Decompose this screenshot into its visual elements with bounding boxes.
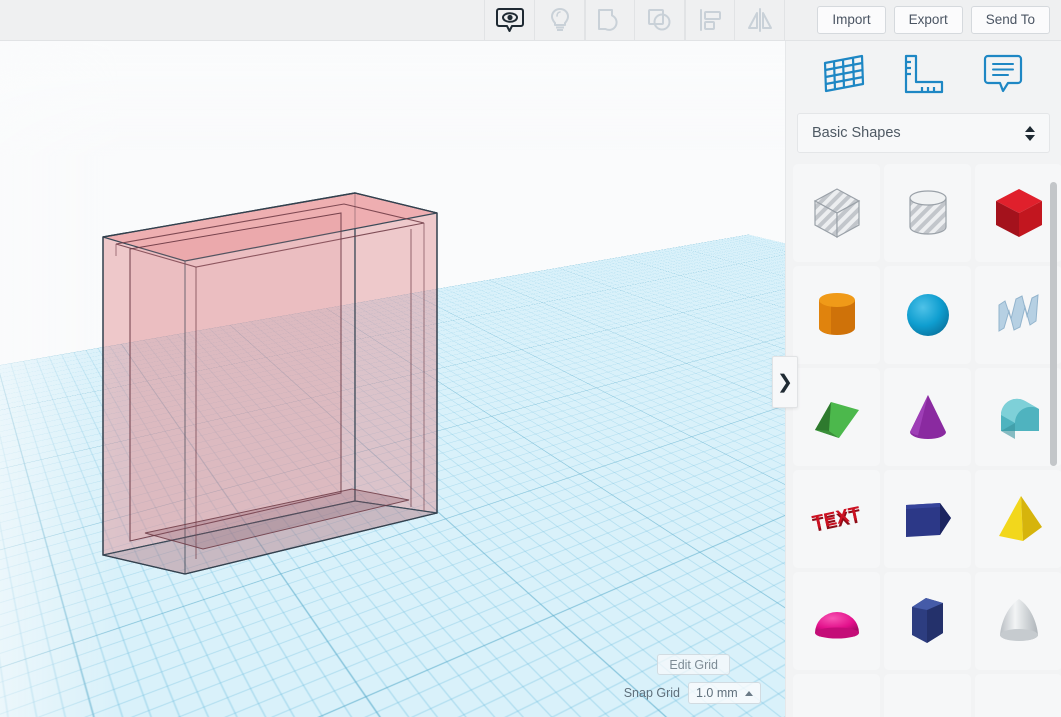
mirror-icon [747, 8, 772, 32]
shape-tile-half-sphere[interactable] [793, 572, 880, 670]
shape-tile-sphere[interactable] [884, 266, 971, 364]
shape-tile-row6-b[interactable] [884, 674, 971, 717]
align-icon [700, 9, 721, 31]
roof-icon [814, 402, 859, 438]
ungroup-icon-button[interactable] [635, 0, 685, 40]
shape-tile-cylinder[interactable] [793, 266, 880, 364]
align-icon-button[interactable] [685, 0, 735, 40]
shapes-panel: Basic Shapes TEXT TEXT [785, 41, 1061, 717]
send-to-button[interactable]: Send To [970, 6, 1050, 34]
collapse-panel-handle[interactable]: ❯ [772, 356, 798, 408]
light-bulb-icon-button[interactable] [535, 0, 585, 40]
panel-icon-row [786, 41, 1061, 107]
partial-shape-icon [987, 691, 1051, 717]
snap-grid-value: 1.0 mm [696, 686, 738, 700]
import-button[interactable]: Import [817, 6, 886, 34]
shape-tile-cone[interactable] [884, 368, 971, 466]
shapes-grid: TEXT TEXT [793, 164, 1061, 717]
shape-tile-row6-a[interactable] [793, 674, 880, 717]
top-toolbar: Import Export Send To [0, 0, 1061, 41]
shapes-scrollbar-thumb[interactable] [1050, 182, 1057, 466]
text-icon: TEXT TEXT [810, 503, 863, 537]
note-icon [984, 54, 1023, 93]
shape-tile-scribble[interactable] [975, 266, 1061, 364]
paraboloid-icon [999, 599, 1038, 641]
shape-tile-box[interactable] [975, 164, 1061, 262]
pyramid-icon [998, 496, 1042, 541]
shape-tile-roof[interactable] [793, 368, 880, 466]
export-button[interactable]: Export [893, 6, 963, 34]
shape-tile-hex-prism[interactable] [884, 572, 971, 670]
light-bulb-icon [550, 8, 569, 31]
group-icon-button[interactable] [585, 0, 635, 40]
shape-category-select[interactable]: Basic Shapes [797, 113, 1050, 153]
chevron-updown-icon [1025, 125, 1035, 141]
polygon-house-icon [905, 503, 951, 537]
workplane-icon [823, 54, 864, 93]
toolbar-tools [485, 0, 785, 40]
half-sphere-icon [814, 612, 859, 639]
show-hide-icon-button[interactable] [485, 0, 535, 40]
workplane-icon-button[interactable] [814, 48, 874, 100]
box-icon [995, 189, 1042, 237]
shape-tile-round-roof[interactable] [975, 368, 1061, 466]
caret-up-icon [745, 690, 753, 696]
snap-grid-select[interactable]: 1.0 mm [688, 682, 761, 704]
scribble-icon [998, 294, 1039, 332]
cylinder-icon [818, 293, 855, 335]
shapes-scrollbar-track[interactable] [1050, 172, 1059, 713]
partial-shape-icon [896, 691, 960, 717]
mirror-icon-button[interactable] [735, 0, 785, 40]
shape-tile-row6-c[interactable] [975, 674, 1061, 717]
sphere-icon [906, 294, 949, 336]
snap-grid-control: Snap Grid 1.0 mm [624, 682, 761, 704]
ungroup-icon [647, 9, 670, 31]
partial-shape-icon [805, 691, 869, 717]
viewport-3d[interactable]: Edit Grid Snap Grid 1.0 mm [0, 41, 785, 717]
shape-tile-pyramid[interactable] [975, 470, 1061, 568]
shape-tile-cylinder-hole[interactable] [884, 164, 971, 262]
edit-grid-button[interactable]: Edit Grid [657, 654, 730, 675]
ruler-icon-button[interactable] [893, 48, 953, 100]
workplane-grid [0, 41, 785, 600]
snap-grid-label: Snap Grid [623, 686, 680, 700]
toolbar-actions: Import Export Send To [817, 0, 1061, 40]
shape-tile-text[interactable]: TEXT TEXT [793, 470, 880, 568]
shapes-scroll-area[interactable]: TEXT TEXT [786, 164, 1061, 717]
toolbar-left-spacer [0, 0, 485, 40]
cone-icon [909, 395, 946, 439]
ruler-icon [905, 54, 944, 94]
group-icon [598, 9, 618, 31]
shape-tile-paraboloid[interactable] [975, 572, 1061, 670]
round-roof-icon [1000, 398, 1039, 439]
shape-tile-box-hole[interactable] [793, 164, 880, 262]
show-hide-icon [495, 8, 524, 32]
hex-prism-icon [911, 598, 943, 643]
cylinder-hole-icon [908, 190, 947, 235]
app-root: Import Export Send To Edit Grid Snap Gri… [0, 0, 1061, 717]
box-hole-icon [813, 188, 860, 239]
note-icon-button[interactable] [973, 48, 1033, 100]
shape-tile-polygon-house[interactable] [884, 470, 971, 568]
shape-category-label: Basic Shapes [812, 125, 901, 141]
